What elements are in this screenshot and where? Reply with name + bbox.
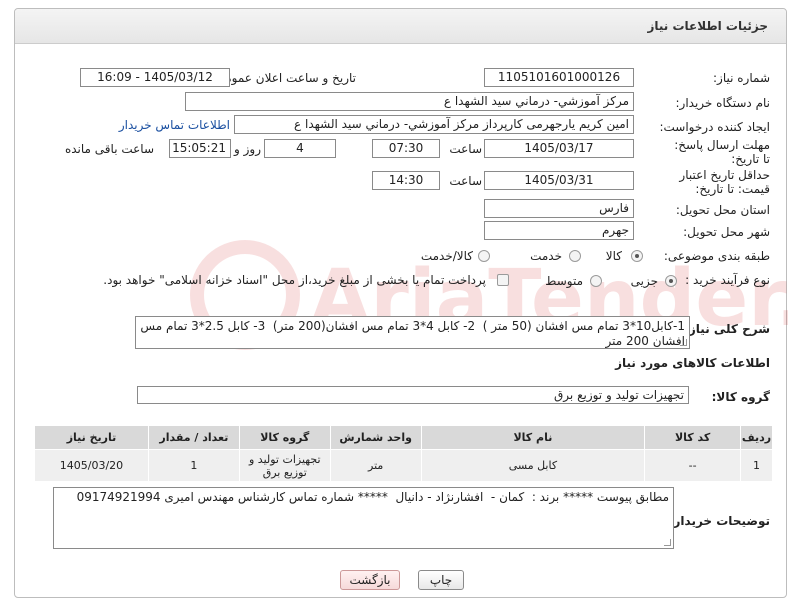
process-option-minor: جزیی	[630, 274, 658, 288]
reply-time-label: ساعت	[449, 142, 482, 156]
goods-info-title: اطلاعات کالاهای مورد نیاز	[615, 356, 770, 370]
need-number-label: شماره نیاز:	[713, 71, 770, 85]
treasury-payment-checkbox[interactable]	[497, 274, 509, 286]
days-field[interactable]: 4	[264, 139, 336, 158]
category-radio-goods[interactable]	[631, 250, 643, 262]
category-radio-goods-service[interactable]	[478, 250, 490, 262]
cell-goods-code: --	[644, 449, 742, 482]
province-field[interactable]: فارس	[484, 199, 634, 218]
validity-time-label: ساعت	[449, 174, 482, 188]
cell-row-number: 1	[740, 449, 773, 482]
col-goods-code: کد کالا	[644, 425, 742, 450]
goods-table: ردیف کد کالا نام کالا واحد شمارش گروه کا…	[34, 425, 773, 482]
buyer-notes-textarea[interactable]: مطابق پیوست ***** برند : کمان - افشارنژا…	[53, 487, 674, 549]
cell-goods-group: تجهیزات تولید و توزیع برق	[238, 449, 331, 482]
col-goods-name: نام کالا	[420, 425, 646, 450]
panel-header: جزئیات اطلاعات نیاز	[15, 9, 786, 44]
col-unit: واحد شمارش	[329, 425, 422, 450]
back-button[interactable]: بازگشت	[340, 570, 400, 590]
category-option-service: خدمت	[530, 249, 562, 263]
city-label: شهر محل تحویل:	[683, 225, 770, 239]
announce-label: تاریخ و ساعت اعلان عمومی:	[211, 71, 356, 85]
buyer-contact-link[interactable]: اطلاعات تماس خریدار	[119, 118, 230, 132]
cell-goods-name: کابل مسی	[420, 449, 646, 482]
need-number-field[interactable]: 1105101601000126	[484, 68, 634, 87]
summary-label: شرح کلی نیاز:	[684, 322, 770, 336]
reply-deadline-label: مهلت ارسال پاسخ: تا تاریخ:	[674, 138, 770, 166]
goods-group-field[interactable]: تجهیزات تولید و توزیع برق	[137, 386, 689, 404]
days-label: روز و	[234, 142, 261, 156]
process-option-medium: متوسط	[545, 274, 583, 288]
category-radio-service[interactable]	[569, 250, 581, 262]
summary-text: 1-کابل10*3 تمام مس افشان (50 متر ) 2- کا…	[136, 319, 685, 348]
resize-handle[interactable]	[664, 539, 671, 546]
print-button[interactable]: چاپ	[418, 570, 464, 590]
goods-group-label: گروه کالا:	[711, 390, 770, 404]
table-header-row: ردیف کد کالا نام کالا واحد شمارش گروه کا…	[34, 425, 773, 450]
remaining-time-field[interactable]: 15:05:21	[169, 139, 231, 158]
reply-time-field[interactable]: 07:30	[372, 139, 440, 158]
treasury-payment-note: پرداخت تمام یا بخشی از مبلغ خرید،از محل …	[103, 273, 486, 287]
cell-unit: متر	[329, 449, 422, 482]
buyer-notes-text: مطابق پیوست ***** برند : کمان - افشارنژا…	[76, 490, 669, 504]
col-row-number: ردیف	[740, 425, 773, 450]
buyer-org-field[interactable]: مرکز آموزشي- درماني سيد الشهدا ع	[185, 92, 634, 111]
col-goods-group: گروه کالا	[238, 425, 331, 450]
summary-textarea[interactable]: 1-کابل10*3 تمام مس افشان (50 متر ) 2- کا…	[135, 316, 690, 349]
col-quantity: تعداد / مقدار	[147, 425, 240, 450]
reply-date-field[interactable]: 1405/03/17	[484, 139, 634, 158]
resize-handle[interactable]	[680, 339, 687, 346]
announce-field[interactable]: 1405/03/12 - 16:09	[80, 68, 230, 87]
col-need-date: تاریخ نیاز	[34, 425, 149, 450]
city-field[interactable]: جهرم	[484, 221, 634, 240]
page-title: جزئیات اطلاعات نیاز	[647, 19, 768, 33]
remaining-label: ساعت باقی مانده	[64, 142, 154, 156]
cell-need-date: 1405/03/20	[34, 449, 149, 482]
requester-field[interactable]: امین کریم یارجهرمی کارپرداز مرکز آموزشي-…	[234, 115, 634, 134]
process-radio-minor[interactable]	[665, 275, 677, 287]
requester-label: ایجاد کننده درخواست:	[659, 120, 770, 134]
province-label: استان محل تحویل:	[675, 203, 770, 217]
process-label: نوع فرآیند خرید :	[685, 273, 770, 287]
buyer-notes-label: توضیحات خریدار:	[668, 514, 770, 528]
category-option-goods: کالا	[605, 249, 622, 263]
category-option-goods-service: کالا/خدمت	[420, 249, 473, 263]
buyer-org-label: نام دستگاه خریدار:	[675, 96, 771, 110]
validity-time-field[interactable]: 14:30	[372, 171, 440, 190]
process-radio-medium[interactable]	[590, 275, 602, 287]
category-label: طبقه بندی موضوعی:	[663, 249, 770, 263]
price-validity-label: حداقل تاریخ اعتبار قیمت: تا تاریخ:	[679, 168, 770, 196]
cell-quantity: 1	[147, 449, 240, 482]
validity-date-field[interactable]: 1405/03/31	[484, 171, 634, 190]
table-row[interactable]: 1 -- کابل مسی متر تجهیزات تولید و توزیع …	[34, 449, 773, 482]
